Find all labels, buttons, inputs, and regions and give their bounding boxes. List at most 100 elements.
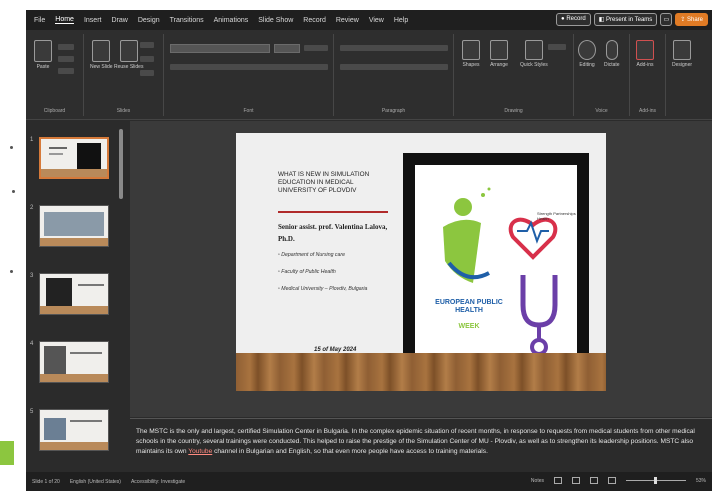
green-marker xyxy=(0,441,14,465)
speaker-notes-text[interactable]: The MSTC is the only and largest, certif… xyxy=(136,427,706,457)
font-family-select[interactable] xyxy=(170,44,270,53)
poster-frame[interactable]: Strength Partnerships Health EUROPEAN PU… xyxy=(403,153,589,379)
microphone-icon xyxy=(605,40,618,60)
tab-transitions[interactable]: Transitions xyxy=(170,17,204,24)
ribbon-group-voice: Editing Dictate Voice xyxy=(574,34,630,116)
figure-head xyxy=(454,198,472,216)
thumb-photo xyxy=(46,278,72,306)
thumb-floor xyxy=(40,238,108,246)
thumb-text-line xyxy=(78,284,104,286)
thumbnail-slide-4[interactable]: 4 xyxy=(30,341,109,383)
arrange-button[interactable]: Arrange xyxy=(490,40,508,68)
european-public-health-week-poster: Strength Partnerships Health EUROPEAN PU… xyxy=(415,165,577,365)
thumbnail-scrollbar[interactable] xyxy=(119,129,123,199)
designer-label: Designer xyxy=(672,62,693,68)
alignment-icons[interactable] xyxy=(340,64,448,70)
share-button[interactable]: ⇪ Share xyxy=(675,13,708,26)
slide-show-icon[interactable] xyxy=(607,477,616,484)
paste-button[interactable]: Paste xyxy=(34,40,52,70)
shape-fill-icon[interactable] xyxy=(548,44,566,50)
tab-view[interactable]: View xyxy=(369,17,384,24)
add-ins-button[interactable]: Add-ins xyxy=(636,40,654,68)
zoom-slider-handle[interactable] xyxy=(653,477,657,484)
reset-icon[interactable] xyxy=(140,56,154,62)
arrange-icon xyxy=(490,40,508,60)
bullet-text: Department of Nursing care xyxy=(281,252,346,258)
cut-icon[interactable] xyxy=(58,44,74,50)
slide-author[interactable]: Senior assist. prof. Valentina Lalova, P… xyxy=(278,221,388,245)
menu-bar: File Home Insert Draw Design Transitions… xyxy=(26,10,712,30)
slide-sorter-icon[interactable] xyxy=(571,477,580,484)
normal-view-icon[interactable] xyxy=(553,477,562,484)
bullet-item: ▫ Faculty of Public Health xyxy=(278,269,336,275)
designer-button[interactable]: Designer xyxy=(672,40,692,68)
record-label: Record xyxy=(566,16,586,22)
slide-canvas: WHAT IS NEW IN SIMULATION EDUCATION IN M… xyxy=(130,121,712,417)
thumbnail-slide-3[interactable]: 3 xyxy=(30,273,109,315)
tab-record[interactable]: Record xyxy=(303,17,326,24)
shapes-button[interactable]: Shapes xyxy=(462,40,480,68)
paragraph-group-label: Paragraph xyxy=(381,108,406,114)
present-in-teams-button[interactable]: ◧ Present in Teams xyxy=(593,13,658,26)
thumbnail-slide-2[interactable]: 2 xyxy=(30,205,109,247)
ribbon-group-add-ins: Add-ins Add-ins xyxy=(630,34,666,116)
language-indicator[interactable]: English (United States) xyxy=(70,479,121,485)
layout-icon[interactable] xyxy=(140,42,154,48)
thumbnail-number: 2 xyxy=(30,205,34,211)
speaker-notes-pane[interactable]: The MSTC is the only and largest, certif… xyxy=(130,418,712,472)
slide-count: Slide 1 of 20 xyxy=(32,478,60,485)
notes-link[interactable]: Youtube xyxy=(188,448,212,455)
tab-draw[interactable]: Draw xyxy=(111,17,127,24)
notes-toggle[interactable]: Notes xyxy=(531,478,544,484)
zoom-slider[interactable] xyxy=(625,477,686,484)
zoom-level[interactable]: 53% xyxy=(696,478,706,484)
thumb-text-line xyxy=(70,420,102,422)
new-slide-button[interactable]: New Slide xyxy=(90,40,113,70)
shapes-label: Shapes xyxy=(462,62,480,68)
thumbnail-number: 3 xyxy=(30,273,34,279)
thumbnail-slide-5[interactable]: 5 xyxy=(30,409,109,451)
list-format-icons[interactable] xyxy=(340,45,448,51)
tab-insert[interactable]: Insert xyxy=(84,17,102,24)
ribbon-group-font: Font xyxy=(164,34,334,116)
slide-title[interactable]: WHAT IS NEW IN SIMULATION EDUCATION IN M… xyxy=(278,171,378,195)
format-painter-icon[interactable] xyxy=(58,68,74,74)
dictate-button[interactable]: Dictate xyxy=(604,40,620,68)
add-ins-group-label: Add-ins xyxy=(639,108,656,114)
ribbon-group-slides: New Slide Reuse Slides Slides xyxy=(84,34,164,116)
slide-bullet-list[interactable]: ▫ Department of Nursing care ▫ Faculty o… xyxy=(278,251,393,302)
tab-help[interactable]: Help xyxy=(394,17,408,24)
clipboard-group-label: Clipboard xyxy=(43,108,66,114)
tab-animations[interactable]: Animations xyxy=(214,17,249,24)
thumbnail-slide-1[interactable]: 1 xyxy=(30,137,109,179)
margin-dot xyxy=(12,190,15,193)
tab-file[interactable]: File xyxy=(34,17,45,24)
tab-design[interactable]: Design xyxy=(138,17,160,24)
voice-group-label: Voice xyxy=(595,108,608,114)
font-grow-shrink-icons[interactable] xyxy=(304,45,328,51)
copy-icon[interactable] xyxy=(58,56,74,62)
quick-styles-button[interactable]: Quick Styles xyxy=(520,40,548,68)
present-label: Present in Teams xyxy=(606,17,653,23)
dictate-label: Dictate xyxy=(604,62,620,68)
poster-graphic xyxy=(443,187,558,356)
quick-styles-icon xyxy=(524,40,543,60)
font-size-select[interactable] xyxy=(274,44,300,53)
tab-review[interactable]: Review xyxy=(336,17,359,24)
arrange-label: Arrange xyxy=(490,62,508,68)
reading-view-icon[interactable] xyxy=(589,477,598,484)
editing-button[interactable]: Editing xyxy=(578,40,596,68)
accessibility-indicator[interactable]: Accessibility: Investigate xyxy=(131,479,185,485)
current-slide[interactable]: WHAT IS NEW IN SIMULATION EDUCATION IN M… xyxy=(236,133,606,391)
record-button[interactable]: ● Record xyxy=(556,13,591,26)
ribbon-group-paragraph: Paragraph xyxy=(334,34,454,116)
comments-icon[interactable]: ▭ xyxy=(660,13,673,26)
bullet-text: Faculty of Public Health xyxy=(281,269,336,275)
font-format-icons[interactable] xyxy=(170,64,328,70)
section-icon[interactable] xyxy=(140,70,154,76)
margin-dot xyxy=(10,270,13,273)
slide-thumbnail-panel: 1 2 3 4 5 xyxy=(26,121,126,479)
tab-slide-show[interactable]: Slide Show xyxy=(258,17,293,24)
tab-home[interactable]: Home xyxy=(55,16,74,24)
reuse-slides-icon xyxy=(119,40,138,62)
